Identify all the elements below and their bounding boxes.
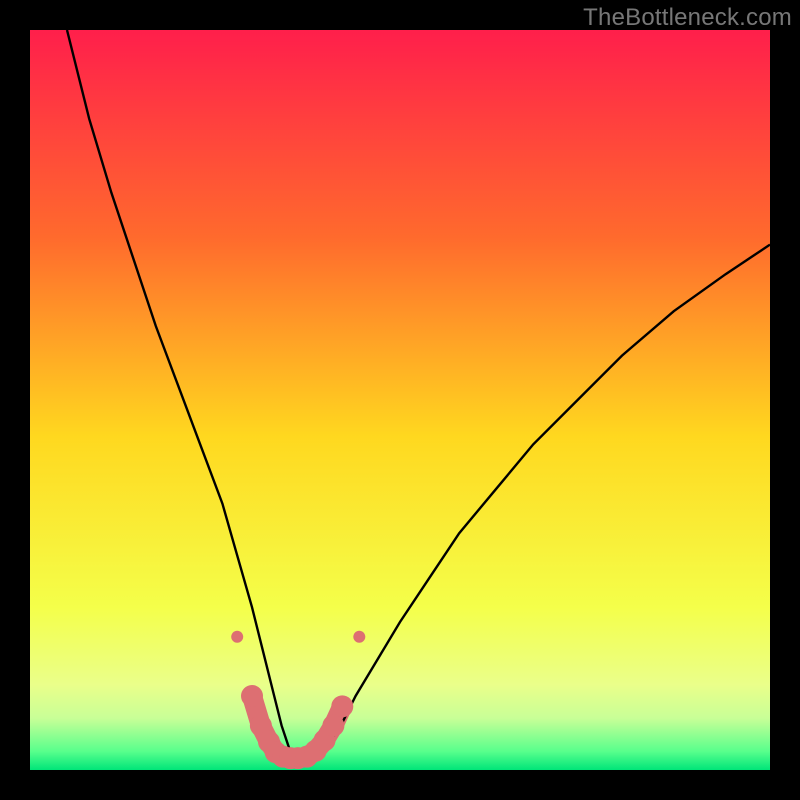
marker-dot — [331, 695, 353, 717]
chart-frame: TheBottleneck.com — [0, 0, 800, 800]
plot-svg — [30, 30, 770, 770]
plot-area — [30, 30, 770, 770]
marker-dot — [353, 631, 365, 643]
watermark-text: TheBottleneck.com — [583, 4, 792, 32]
marker-dot — [241, 685, 263, 707]
gradient-background — [30, 30, 770, 770]
marker-dot — [231, 631, 243, 643]
marker-dot — [322, 715, 344, 737]
